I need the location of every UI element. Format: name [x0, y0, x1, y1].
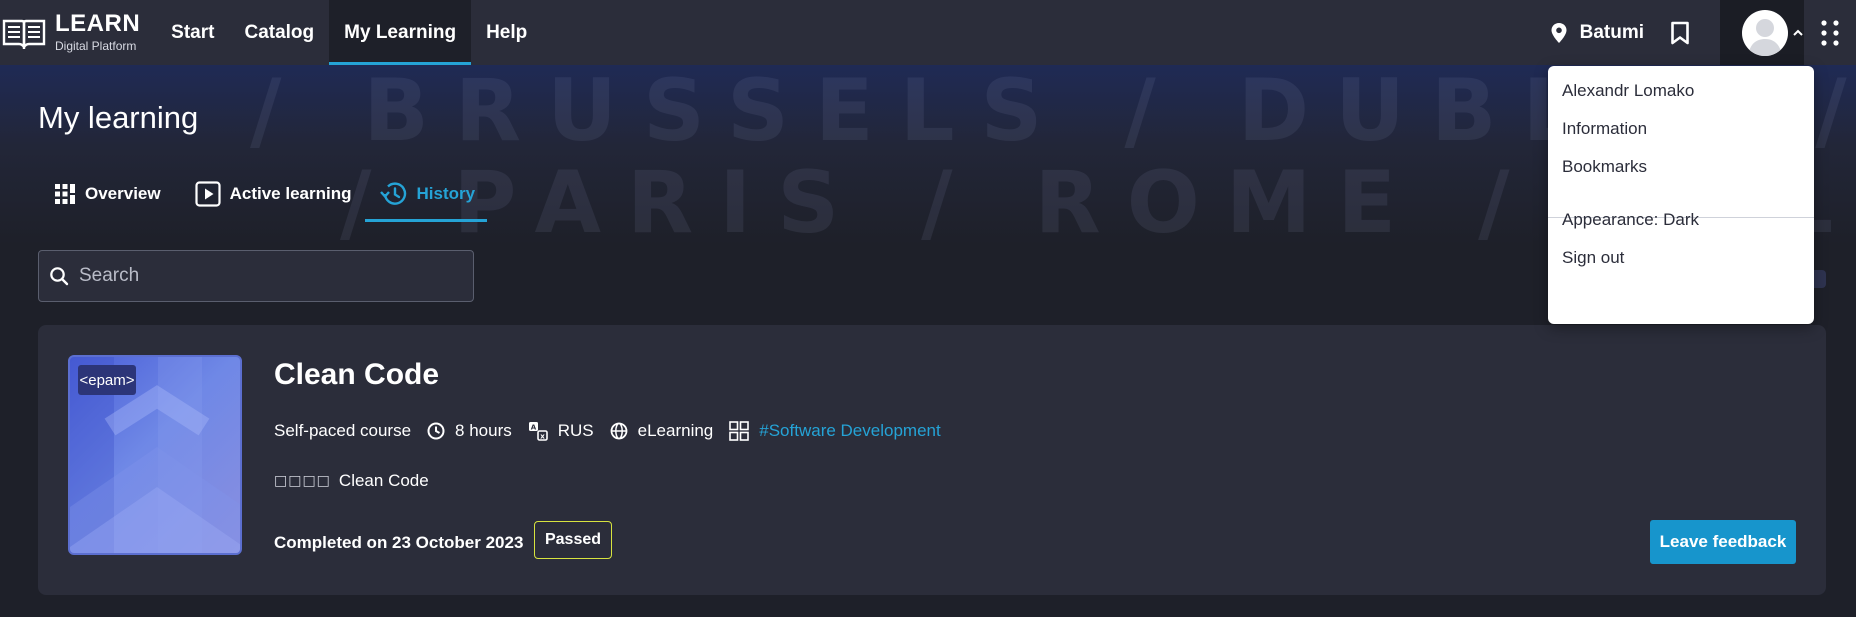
nav-catalog[interactable]: Catalog [229, 0, 329, 65]
menu-bookmarks[interactable]: Bookmarks [1562, 157, 1647, 177]
course-format: Self-paced course [274, 421, 411, 441]
menu-user-name[interactable]: Alexandr Lomako [1562, 81, 1694, 101]
hero-words-line-2: / PARIS / ROME / OSLO / [340, 153, 1856, 245]
logo[interactable]: LEARN Digital Platform [0, 0, 140, 65]
logo-title: LEARN [55, 9, 141, 37]
profile-dropdown: Alexandr Lomako Information Bookmarks Ap… [1548, 66, 1814, 324]
page-title: My learning [38, 100, 199, 135]
course-duration-label: 8 hours [455, 421, 512, 440]
course-language: A x RUS [528, 421, 594, 441]
menu-sign-out[interactable]: Sign out [1562, 248, 1624, 268]
course-format-label: Self-paced course [274, 421, 412, 440]
description-prefix: □□□□ [274, 473, 331, 489]
language-icon: A x [528, 422, 548, 441]
leave-feedback-button[interactable]: Leave feedback [1650, 520, 1796, 564]
location-selector[interactable]: Batumi [1550, 22, 1644, 44]
course-delivery-label: eLearning [637, 421, 714, 440]
course-language-label: RUS [557, 421, 594, 440]
course-category: #Software Development [729, 421, 941, 441]
tab-history-label: History [416, 184, 476, 203]
globe-icon [610, 422, 628, 440]
logo-subtitle: Digital Platform [55, 38, 137, 53]
chevron-up-icon [1793, 29, 1803, 36]
top-navigation-bar: LEARN Digital Platform Start Catalog My … [0, 0, 1856, 65]
course-meta: Self-paced course 8 hours A x RUS eLearn… [274, 418, 957, 444]
completion-date: Completed on 23 October 2023 [274, 533, 524, 552]
user-avatar-icon [1742, 9, 1788, 56]
tab-overview-label: Overview [85, 184, 161, 203]
svg-text:x: x [540, 432, 545, 440]
tab-active-learning-label: Active learning [229, 184, 352, 203]
search-input[interactable] [79, 265, 459, 287]
hero-words-line-1: / BRUSSELS / DUBLIN / POTS [250, 65, 1856, 161]
svg-text:A: A [531, 424, 537, 432]
category-grid-icon [729, 421, 750, 441]
course-description: □□□□ Clean Code [274, 471, 429, 491]
apps-menu-button[interactable] [1804, 0, 1856, 65]
status-badge: Passed [534, 521, 612, 559]
location-label: Batumi [1579, 21, 1644, 43]
clock-icon [427, 422, 445, 440]
course-thumbnail[interactable]: <epam> [68, 355, 242, 555]
bookmark-icon [1671, 21, 1689, 44]
description-text: Clean Code [338, 471, 429, 490]
apps-grid-icon [1821, 19, 1839, 46]
category-tag-link[interactable]: #Software Development [759, 421, 940, 441]
main-nav: Start Catalog My Learning Help [156, 0, 542, 65]
header-actions: Batumi [1550, 0, 1856, 65]
overview-grid-icon [55, 184, 75, 204]
profile-menu-button[interactable] [1720, 0, 1804, 65]
nav-my-learning[interactable]: My Learning [329, 0, 472, 65]
course-delivery: eLearning [610, 421, 714, 441]
course-title[interactable]: Clean Code [274, 358, 439, 392]
nav-help[interactable]: Help [471, 0, 542, 65]
map-pin-icon [1551, 22, 1567, 43]
play-icon [195, 181, 221, 207]
epam-badge: <epam> [78, 365, 136, 395]
history-icon [380, 182, 407, 205]
search-box [38, 250, 474, 302]
tab-overview[interactable]: Overview [40, 166, 173, 222]
open-book-logo-icon [2, 19, 46, 49]
menu-information[interactable]: Information [1562, 119, 1647, 139]
course-duration: 8 hours [427, 421, 512, 441]
tab-history[interactable]: History [365, 166, 488, 222]
search-icon [50, 267, 69, 286]
menu-appearance[interactable]: Appearance: Dark [1562, 210, 1699, 230]
nav-start[interactable]: Start [156, 0, 229, 65]
learning-tabs: Overview Active learning History [40, 166, 488, 222]
tab-active-learning[interactable]: Active learning [181, 166, 364, 222]
bookmarks-button[interactable] [1670, 19, 1694, 47]
course-card[interactable]: <epam> Clean Code Self-paced course 8 ho… [38, 325, 1826, 595]
